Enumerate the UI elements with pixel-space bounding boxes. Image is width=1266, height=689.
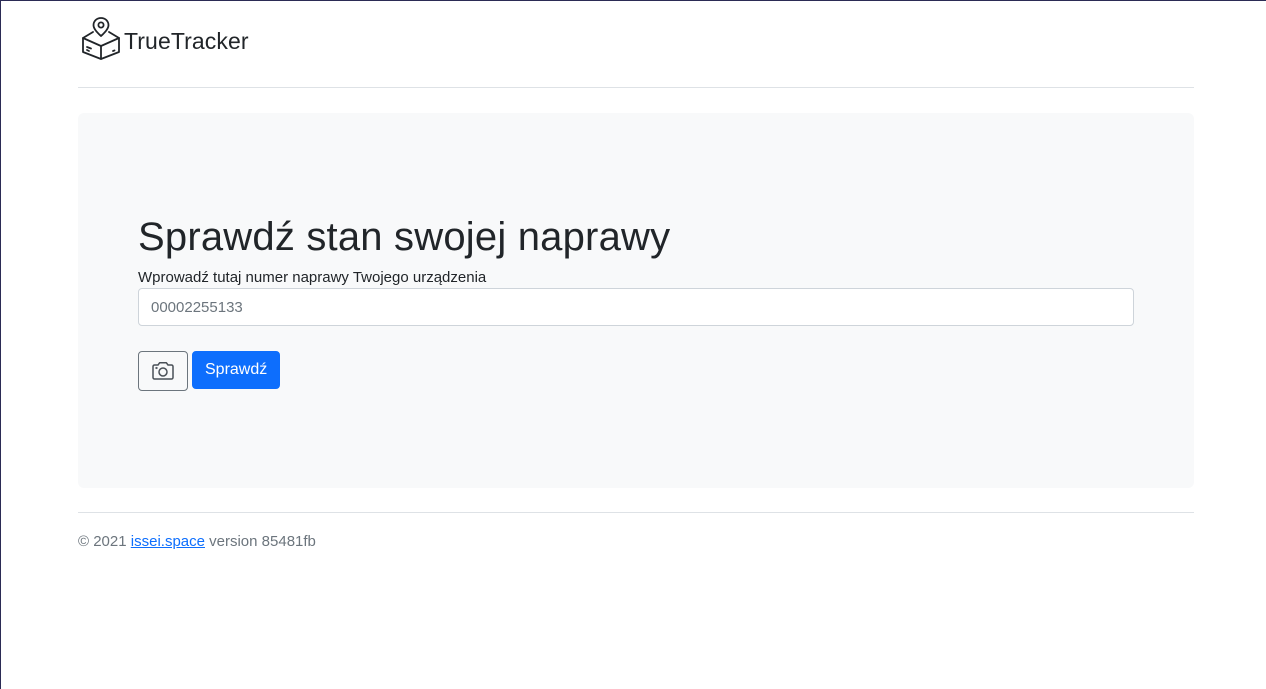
box-location-pin-icon: [82, 17, 120, 60]
page-container: TrueTracker Sprawdź stan swojej naprawy …: [78, 1, 1194, 550]
check-repair-button[interactable]: Sprawdź: [192, 351, 281, 389]
scan-camera-button[interactable]: [138, 351, 188, 391]
site-footer: © 2021 issei.space version 85481fb: [78, 512, 1194, 550]
repair-number-input[interactable]: [138, 288, 1134, 326]
site-header: TrueTracker: [78, 1, 1194, 88]
version-text: version 85481fb: [209, 533, 316, 550]
repair-check-form: Sprawdź stan swojej naprawy Wprowadź tut…: [138, 211, 1134, 391]
footer-link-issei[interactable]: issei.space: [131, 533, 205, 550]
form-actions: Sprawdź: [138, 351, 1134, 391]
repair-number-label: Wprowadź tutaj numer naprawy Twojego urz…: [138, 269, 487, 286]
brand-link[interactable]: TrueTracker: [80, 16, 249, 60]
repair-check-panel: Sprawdź stan swojej naprawy Wprowadź tut…: [78, 113, 1194, 488]
brand-name: TrueTracker: [124, 27, 249, 54]
page-title: Sprawdź stan swojej naprawy: [138, 215, 671, 259]
copyright-text: © 2021: [78, 533, 127, 550]
camera-icon: [152, 362, 174, 380]
